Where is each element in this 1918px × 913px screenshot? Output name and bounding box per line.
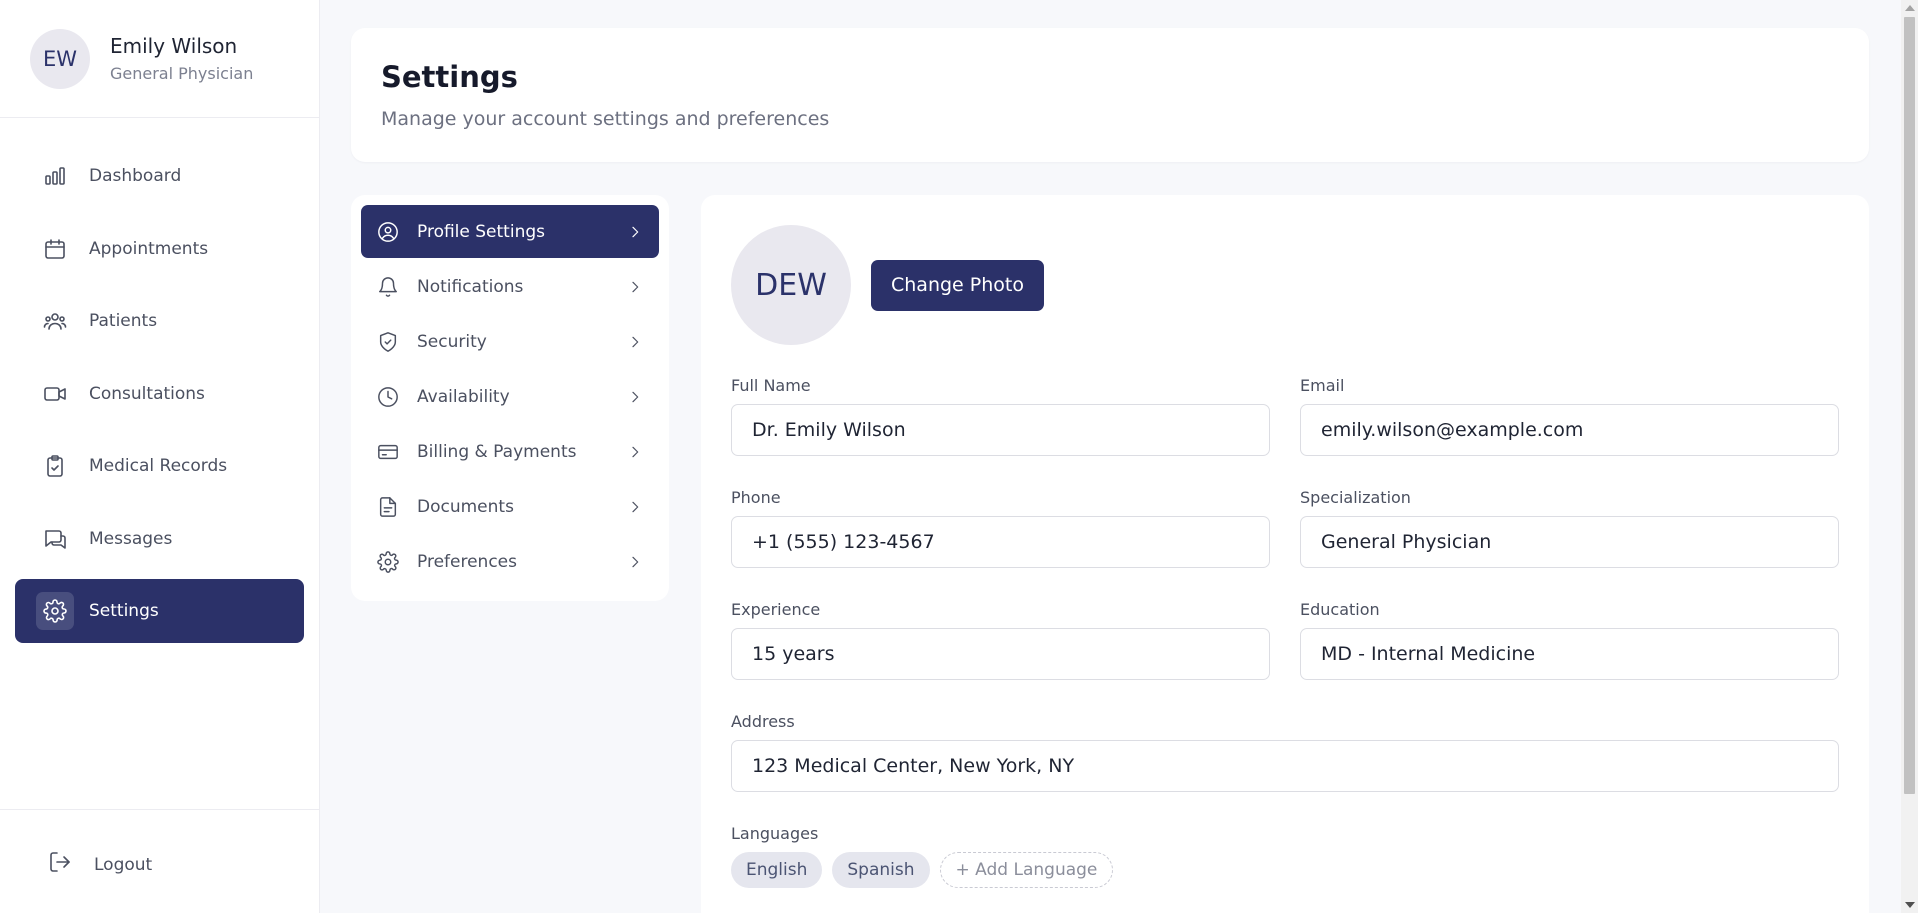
page-header: Settings Manage your account settings an… bbox=[351, 28, 1869, 162]
clock-icon bbox=[378, 386, 398, 407]
address-field: Address bbox=[731, 712, 1839, 792]
language-chips: English Spanish + Add Language bbox=[731, 852, 1839, 888]
chevron-right-icon bbox=[632, 391, 639, 402]
settings-menu-notifications[interactable]: Notifications bbox=[361, 260, 659, 313]
phone-field: Phone bbox=[731, 488, 1270, 568]
phone-label: Phone bbox=[731, 488, 781, 507]
settings-menu-security[interactable]: Security bbox=[361, 315, 659, 368]
settings-menu-availability[interactable]: Availability bbox=[361, 370, 659, 423]
calendar-icon bbox=[43, 237, 67, 261]
sidebar-footer: Logout bbox=[0, 809, 320, 913]
settings-menu: Profile Settings Notifications Security … bbox=[351, 195, 669, 601]
sidebar-item-label: Settings bbox=[89, 601, 159, 621]
settings-menu-documents[interactable]: Documents bbox=[361, 480, 659, 533]
settings-menu-label: Profile Settings bbox=[417, 221, 545, 242]
email-label: Email bbox=[1300, 376, 1345, 395]
sidebar: EW Emily Wilson General Physician Dashbo… bbox=[0, 0, 320, 913]
specialization-input[interactable] bbox=[1300, 516, 1839, 568]
user-circle-icon bbox=[378, 221, 398, 242]
education-input[interactable] bbox=[1300, 628, 1839, 680]
language-chip-english[interactable]: English bbox=[731, 852, 823, 888]
settings-menu-label: Billing & Payments bbox=[417, 441, 577, 462]
experience-input[interactable] bbox=[731, 628, 1270, 680]
users-icon bbox=[43, 309, 67, 333]
address-input[interactable] bbox=[731, 740, 1839, 792]
bar-chart-icon bbox=[43, 164, 67, 188]
page-subtitle: Manage your account settings and prefere… bbox=[381, 108, 830, 130]
avatar: EW bbox=[30, 28, 90, 89]
user-profile: EW Emily Wilson General Physician bbox=[0, 0, 319, 118]
full-name-label: Full Name bbox=[731, 376, 811, 395]
file-icon bbox=[379, 496, 397, 517]
sidebar-item-messages[interactable]: Messages bbox=[15, 507, 304, 571]
sidebar-item-appointments[interactable]: Appointments bbox=[15, 217, 304, 281]
sidebar-item-settings[interactable]: Settings bbox=[15, 579, 304, 643]
experience-field: Experience bbox=[731, 600, 1270, 680]
specialization-field: Specialization bbox=[1300, 488, 1839, 568]
profile-avatar: DEW bbox=[731, 225, 851, 345]
photo-row: DEW Change Photo bbox=[731, 225, 1839, 345]
sidebar-item-medical-records[interactable]: Medical Records bbox=[15, 434, 304, 498]
logout-icon bbox=[48, 850, 72, 879]
full-name-input[interactable] bbox=[731, 404, 1270, 456]
clipboard-icon bbox=[43, 454, 67, 478]
education-field: Education bbox=[1300, 600, 1839, 680]
sidebar-item-consultations[interactable]: Consultations bbox=[15, 362, 304, 426]
sidebar-item-label: Appointments bbox=[89, 239, 209, 259]
sidebar-item-label: Patients bbox=[89, 311, 158, 331]
gear-icon bbox=[36, 592, 74, 630]
profile-settings-panel: DEW Change Photo Full Name Email Phone S… bbox=[701, 195, 1869, 913]
full-name-field: Full Name bbox=[731, 376, 1270, 456]
bell-icon bbox=[379, 276, 397, 297]
chevron-right-icon bbox=[632, 556, 639, 567]
user-name: Emily Wilson bbox=[110, 34, 238, 58]
chevron-right-icon bbox=[632, 336, 639, 347]
email-input[interactable] bbox=[1300, 404, 1839, 456]
specialization-label: Specialization bbox=[1300, 488, 1411, 507]
scroll-down-arrow-icon[interactable] bbox=[1905, 902, 1915, 908]
sidebar-item-patients[interactable]: Patients bbox=[15, 289, 304, 353]
page-scrollbar[interactable] bbox=[1901, 0, 1918, 913]
user-role: General Physician bbox=[110, 64, 254, 83]
add-language-button[interactable]: + Add Language bbox=[939, 852, 1114, 888]
settings-menu-label: Preferences bbox=[417, 551, 517, 572]
sidebar-item-label: Consultations bbox=[89, 384, 205, 404]
change-photo-button[interactable]: Change Photo bbox=[871, 259, 1044, 311]
chevron-right-icon bbox=[632, 446, 639, 457]
chevron-right-icon bbox=[632, 226, 639, 237]
languages-label: Languages bbox=[731, 824, 819, 843]
sidebar-item-dashboard[interactable]: Dashboard bbox=[15, 144, 304, 208]
scroll-up-arrow-icon[interactable] bbox=[1905, 5, 1915, 11]
logout-button[interactable]: Logout bbox=[48, 850, 152, 879]
email-field: Email bbox=[1300, 376, 1839, 456]
scroll-thumb[interactable] bbox=[1904, 17, 1915, 794]
languages-field: Languages English Spanish + Add Language bbox=[731, 824, 1839, 888]
messages-icon bbox=[43, 527, 67, 551]
sidebar-item-label: Messages bbox=[89, 529, 173, 549]
sidebar-item-label: Medical Records bbox=[89, 456, 228, 476]
settings-menu-label: Security bbox=[417, 331, 487, 352]
page-title: Settings bbox=[381, 60, 518, 94]
settings-menu-label: Documents bbox=[417, 496, 514, 517]
credit-card-icon bbox=[378, 444, 398, 459]
experience-label: Experience bbox=[731, 600, 821, 619]
education-label: Education bbox=[1300, 600, 1380, 619]
settings-menu-preferences[interactable]: Preferences bbox=[361, 535, 659, 588]
logout-label: Logout bbox=[94, 854, 153, 875]
settings-menu-billing[interactable]: Billing & Payments bbox=[361, 425, 659, 478]
chevron-right-icon bbox=[632, 501, 639, 512]
phone-input[interactable] bbox=[731, 516, 1270, 568]
sidebar-item-label: Dashboard bbox=[89, 166, 182, 186]
settings-menu-profile[interactable]: Profile Settings bbox=[361, 205, 659, 258]
chevron-right-icon bbox=[632, 281, 639, 292]
settings-menu-label: Notifications bbox=[417, 276, 524, 297]
video-icon bbox=[43, 382, 67, 406]
gear-icon bbox=[377, 550, 399, 573]
shield-check-icon bbox=[379, 331, 397, 352]
settings-menu-label: Availability bbox=[417, 386, 510, 407]
address-label: Address bbox=[731, 712, 795, 731]
language-chip-spanish[interactable]: Spanish bbox=[832, 852, 930, 888]
